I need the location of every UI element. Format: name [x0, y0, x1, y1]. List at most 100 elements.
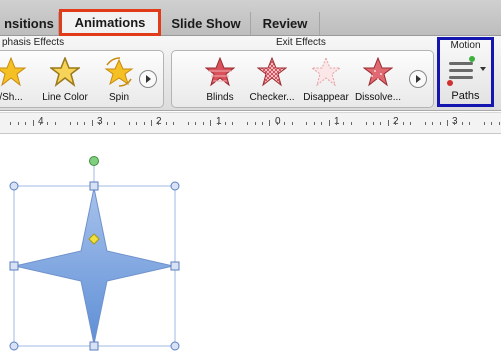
- ruler-tick: [91, 120, 93, 126]
- effect-checkerboard[interactable]: Checker...: [242, 51, 302, 107]
- resize-handle-left[interactable]: [9, 261, 19, 271]
- ruler-tick: [291, 121, 293, 125]
- ruler-tick: [165, 121, 167, 125]
- spinning-star-icon: [104, 57, 134, 87]
- ruler-tick: [365, 121, 367, 125]
- resize-handle-top-right[interactable]: [170, 181, 180, 191]
- effect-blinds-label: Blinds: [206, 92, 234, 103]
- ruler-tick: [276, 121, 278, 125]
- rotation-handle[interactable]: [89, 156, 99, 166]
- ruler-tick: [114, 121, 115, 125]
- resize-handle-top[interactable]: [89, 181, 99, 191]
- resize-handle-bottom[interactable]: [89, 341, 99, 351]
- effect-disappear[interactable]: Disappear: [296, 51, 356, 107]
- ruler-tick: [69, 121, 71, 125]
- tab-transitions-label: nsitions: [4, 16, 54, 31]
- exit-effects-gallery: Blinds Checker... Disappear Dissolve...: [171, 50, 434, 108]
- ruler-tick: [380, 121, 382, 125]
- ruler-tick: [17, 121, 19, 125]
- exit-scroll-right-button[interactable]: [409, 70, 427, 88]
- gold-star-icon: [0, 57, 26, 87]
- resize-handle-top-left[interactable]: [9, 181, 19, 191]
- ruler-tick: [350, 121, 352, 125]
- ruler-tick: [84, 121, 86, 125]
- ruler-tick: [143, 121, 145, 125]
- red-star-blinds-icon: [205, 57, 235, 87]
- ruler-tick: [336, 121, 337, 125]
- horizontal-ruler[interactable]: 4 3 2 1 0 1 2 3: [0, 112, 501, 134]
- ruler-tick: [461, 121, 463, 125]
- ruler-tick: [410, 121, 411, 125]
- ruler-tick: [262, 121, 263, 125]
- motion-paths-button[interactable]: Motion Paths: [437, 37, 494, 107]
- exit-effects-title: Exit Effects: [276, 37, 326, 48]
- resize-handle-bottom-right[interactable]: [170, 341, 180, 351]
- ruler-tick: [284, 121, 286, 125]
- ruler-tick: [210, 120, 212, 126]
- ruler-tick: [254, 121, 256, 125]
- animations-ribbon: phasis Effects /Sh... Line Color Spin Ex…: [0, 36, 501, 111]
- tab-review[interactable]: Review: [251, 12, 320, 35]
- tab-slide-show[interactable]: Slide Show: [162, 12, 251, 35]
- ruler-tick: [373, 121, 374, 125]
- ruler-tick: [387, 120, 389, 126]
- ruler-tick: [173, 121, 175, 125]
- effect-dissolve-label: Dissolve...: [354, 92, 402, 103]
- tab-animations-label: Animations: [74, 15, 146, 30]
- ruler-tick: [158, 121, 160, 125]
- ruler-tick: [232, 121, 234, 125]
- tab-transitions[interactable]: nsitions: [0, 12, 59, 35]
- ruler-tick: [217, 121, 219, 125]
- ruler-tick: [454, 121, 456, 125]
- ruler-tick: [225, 121, 226, 125]
- ruler-tick: [313, 121, 315, 125]
- ruler-tick: [99, 121, 101, 125]
- resize-handle-right[interactable]: [170, 261, 180, 271]
- ruler-tick: [432, 121, 434, 125]
- ruler-tick: [202, 121, 204, 125]
- effect-blinds[interactable]: Blinds: [190, 51, 250, 107]
- ruler-tick: [321, 121, 323, 125]
- ruler-tick: [395, 121, 397, 125]
- ruler-tick: [402, 121, 404, 125]
- ruler-tick: [188, 121, 189, 125]
- ribbon-tab-bar: nsitions Animations Slide Show Review: [0, 0, 501, 36]
- red-star-checker-icon: [257, 57, 287, 87]
- ruler-tick: [25, 121, 27, 125]
- gold-star-outline-icon: [50, 57, 80, 87]
- ruler-tick: [424, 121, 426, 125]
- effect-spin-label: Spin: [108, 92, 129, 103]
- tab-slide-show-label: Slide Show: [171, 16, 241, 31]
- star-shape-selection[interactable]: [0, 148, 200, 358]
- effect-line-color[interactable]: Line Color: [35, 51, 95, 107]
- ruler-tick: [469, 121, 471, 125]
- ruler-tick: [269, 120, 271, 126]
- ruler-tick: [247, 121, 249, 125]
- ruler-tick: [77, 121, 78, 125]
- motion-paths-icon: [447, 56, 486, 86]
- motion-paths-label: Paths: [451, 90, 480, 102]
- ruler-tick: [343, 121, 345, 125]
- ruler-tick: [32, 120, 34, 126]
- red-star-dissolve-icon: [363, 57, 393, 87]
- emphasis-effects-title: phasis Effects: [2, 37, 65, 48]
- four-point-star-shape[interactable]: [14, 187, 174, 345]
- ruler-tick: [447, 120, 448, 126]
- ruler-tick: [306, 121, 308, 125]
- effect-line-color-label: Line Color: [42, 92, 88, 103]
- ruler-tick: [54, 121, 56, 125]
- effect-dissolve[interactable]: Dissolve...: [348, 51, 408, 107]
- resize-handle-bottom-left[interactable]: [9, 341, 19, 351]
- faded-star-icon: [311, 57, 341, 87]
- ruler-tick: [328, 120, 330, 126]
- effect-disappear-label: Disappear: [303, 92, 349, 103]
- emphasis-scroll-right-button[interactable]: [139, 70, 157, 88]
- motion-group-title: Motion: [450, 40, 481, 51]
- ruler-tick: [195, 121, 197, 125]
- emphasis-effects-gallery: /Sh... Line Color Spin: [0, 50, 164, 108]
- ruler-tick: [40, 121, 41, 125]
- effect-checkerboard-label: Checker...: [249, 92, 295, 103]
- ruler-tick: [151, 120, 152, 126]
- tab-animations[interactable]: Animations: [59, 9, 161, 36]
- ruler-tick: [498, 121, 500, 125]
